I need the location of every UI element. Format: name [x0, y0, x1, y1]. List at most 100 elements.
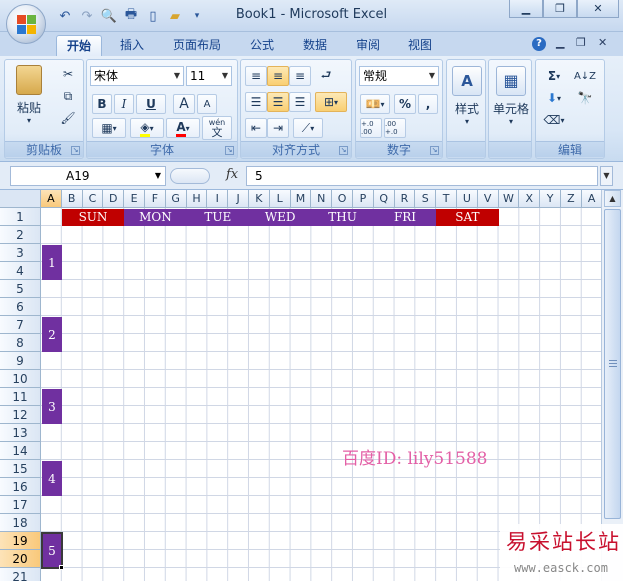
- column-header[interactable]: Y: [540, 190, 561, 208]
- tab-home[interactable]: 开始: [56, 35, 102, 56]
- accounting-format-button[interactable]: 💴 ▾: [360, 94, 390, 114]
- row-header[interactable]: 7: [0, 316, 41, 334]
- column-header[interactable]: V: [477, 190, 499, 208]
- column-header[interactable]: Q: [373, 190, 395, 208]
- ribbon-restore-icon[interactable]: ❐: [576, 36, 586, 49]
- column-header[interactable]: A: [581, 190, 601, 208]
- column-header[interactable]: A: [41, 190, 62, 208]
- styles-button[interactable]: A 样式 ▾: [450, 66, 484, 126]
- number-launcher-icon[interactable]: ↘: [430, 146, 439, 155]
- align-center-icon[interactable]: ☰: [267, 92, 289, 112]
- vertical-scrollbar[interactable]: ▲: [601, 190, 623, 581]
- column-header[interactable]: W: [498, 190, 520, 208]
- increase-indent-icon[interactable]: ⇥: [267, 118, 289, 138]
- tab-view[interactable]: 视图: [398, 35, 442, 56]
- row-header[interactable]: 2: [0, 226, 41, 244]
- comma-button[interactable]: ,: [418, 94, 438, 114]
- font-size-combo[interactable]: 11 ▼: [186, 66, 232, 86]
- clipboard-launcher-icon[interactable]: ↘: [71, 146, 80, 155]
- shrink-font-button[interactable]: A: [197, 94, 217, 114]
- decrease-indent-icon[interactable]: ⇤: [245, 118, 267, 138]
- formula-input[interactable]: 5: [246, 166, 598, 186]
- merge-center-button[interactable]: ⊞ ▾: [315, 92, 347, 112]
- autosum-button[interactable]: Σ ▾: [540, 66, 568, 86]
- column-header[interactable]: I: [207, 190, 229, 208]
- column-header[interactable]: H: [186, 190, 208, 208]
- fill-button[interactable]: ⬇ ▾: [540, 88, 568, 108]
- ribbon-minimize-icon[interactable]: ▁: [556, 36, 564, 49]
- weekday-cell[interactable]: MON: [124, 209, 187, 226]
- office-button[interactable]: [6, 4, 46, 44]
- grow-font-button[interactable]: A: [173, 94, 195, 114]
- row-header[interactable]: 16: [0, 478, 41, 496]
- percent-button[interactable]: %: [394, 94, 416, 114]
- weekday-cell[interactable]: TUE: [186, 209, 249, 226]
- weekday-cell[interactable]: SUN: [61, 209, 125, 226]
- font-launcher-icon[interactable]: ↘: [225, 146, 234, 155]
- week-number-cell[interactable]: 3: [42, 389, 62, 424]
- column-header[interactable]: O: [332, 190, 353, 208]
- column-header[interactable]: E: [124, 190, 145, 208]
- week-number-cell[interactable]: 4: [42, 461, 62, 496]
- fill-handle[interactable]: [58, 565, 64, 570]
- row-header[interactable]: 4: [0, 262, 41, 280]
- cut-icon[interactable]: ✂: [57, 64, 79, 84]
- italic-button[interactable]: I: [114, 94, 134, 114]
- paste-dropdown-icon[interactable]: ▾: [11, 116, 47, 125]
- restore-button[interactable]: ❐: [543, 0, 577, 18]
- copy-icon[interactable]: ⧉: [57, 86, 79, 106]
- underline-button[interactable]: U: [136, 94, 166, 114]
- row-header[interactable]: 10: [0, 370, 41, 388]
- row-header[interactable]: 20: [0, 550, 41, 568]
- formula-splitter[interactable]: [170, 168, 210, 184]
- column-header[interactable]: B: [61, 190, 83, 208]
- weekday-cell[interactable]: WED: [249, 209, 312, 226]
- column-header[interactable]: U: [457, 190, 478, 208]
- week-number-cell[interactable]: 2: [42, 317, 62, 352]
- close-button[interactable]: ✕: [577, 0, 619, 18]
- column-header[interactable]: Z: [561, 190, 582, 208]
- row-header[interactable]: 8: [0, 334, 41, 352]
- wrap-text-icon[interactable]: ⮐: [315, 66, 337, 86]
- row-header[interactable]: 9: [0, 352, 41, 370]
- row-header[interactable]: 5: [0, 280, 41, 298]
- tab-data[interactable]: 数据: [293, 35, 337, 56]
- align-right-icon[interactable]: ☰: [289, 92, 311, 112]
- column-header[interactable]: L: [269, 190, 291, 208]
- fill-color-button[interactable]: ◈ ▾: [130, 118, 164, 138]
- clear-button[interactable]: ⌫ ▾: [540, 110, 568, 130]
- row-header[interactable]: 18: [0, 514, 41, 532]
- bold-button[interactable]: B: [92, 94, 112, 114]
- decrease-decimal-button[interactable]: .00 +.0: [384, 118, 406, 138]
- align-middle-icon[interactable]: ≡: [267, 66, 289, 86]
- row-header[interactable]: 21: [0, 568, 41, 581]
- column-header[interactable]: G: [165, 190, 187, 208]
- row-header[interactable]: 1: [0, 208, 41, 226]
- column-header[interactable]: X: [519, 190, 541, 208]
- scroll-thumb[interactable]: [604, 209, 621, 519]
- column-header[interactable]: R: [394, 190, 416, 208]
- orientation-button[interactable]: ⟋ ▾: [293, 118, 323, 138]
- row-header[interactable]: 6: [0, 298, 41, 316]
- column-header[interactable]: C: [82, 190, 104, 208]
- tab-page-layout[interactable]: 页面布局: [165, 35, 229, 56]
- select-all-corner[interactable]: [0, 190, 41, 208]
- insert-function-icon[interactable]: fx: [226, 167, 238, 182]
- phonetic-button[interactable]: wén 文: [202, 116, 232, 140]
- tab-review[interactable]: 审阅: [346, 35, 390, 56]
- row-header[interactable]: 15: [0, 460, 41, 478]
- row-header[interactable]: 13: [0, 424, 41, 442]
- weekday-cell[interactable]: FRI: [373, 209, 437, 226]
- week-number-cell[interactable]: 5: [41, 532, 63, 569]
- column-header[interactable]: K: [249, 190, 270, 208]
- align-left-icon[interactable]: ☰: [245, 92, 267, 112]
- weekday-cell[interactable]: SAT: [436, 209, 499, 226]
- increase-decimal-button[interactable]: +.0 .00: [360, 118, 382, 138]
- help-icon[interactable]: ?: [532, 37, 546, 51]
- font-color-button[interactable]: A ▾: [166, 118, 200, 138]
- minimize-button[interactable]: ▁: [509, 0, 543, 18]
- row-header[interactable]: 19: [0, 532, 41, 550]
- align-top-icon[interactable]: ≡: [245, 66, 267, 86]
- column-header[interactable]: J: [228, 190, 249, 208]
- number-format-combo[interactable]: 常规 ▼: [359, 66, 439, 86]
